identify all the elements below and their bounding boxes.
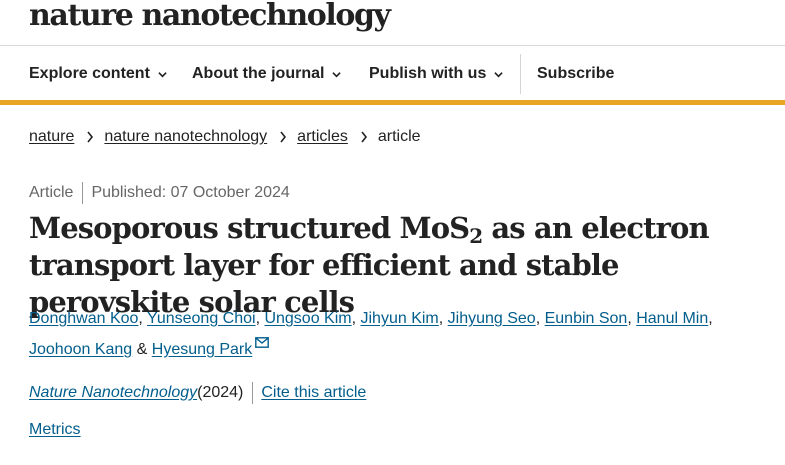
citation-line: Nature Nanotechnology (2024) Cite this a… (29, 381, 366, 405)
author-link[interactable]: Hyesung Park (152, 341, 253, 358)
chevron-down-icon (158, 71, 167, 77)
nav-about-label: About the journal (192, 65, 325, 82)
title-text-start: Mesoporous structured MoS (29, 211, 470, 245)
author-link[interactable]: Eunbin Son (545, 310, 628, 327)
author-link[interactable]: Hanul Min (636, 310, 708, 327)
cite-this-article-link[interactable]: Cite this article (261, 384, 366, 402)
nav-publish-label: Publish with us (369, 65, 487, 82)
breadcrumb-current: article (377, 128, 421, 145)
author-link[interactable]: Donghwan Koo (29, 310, 138, 327)
chevron-down-icon (494, 71, 504, 77)
breadcrumb-nature[interactable]: nature (29, 128, 74, 146)
journal-link[interactable]: Nature Nanotechnology (29, 384, 197, 402)
meta-divider (82, 182, 84, 204)
nav-divider (520, 54, 521, 94)
cite-divider (252, 382, 254, 404)
nav-explore-label: Explore content (29, 65, 150, 82)
accent-bar (0, 100, 785, 105)
chevron-right-icon (361, 131, 367, 143)
author-link[interactable]: Yunseong Choi (147, 310, 256, 327)
author-link[interactable]: Jihyun Kim (361, 310, 439, 327)
breadcrumb-articles[interactable]: articles (297, 128, 348, 146)
mail-icon[interactable] (255, 337, 270, 348)
title-subscript: 2 (469, 224, 483, 248)
breadcrumb: nature nature nanotechnology articles ar… (29, 126, 421, 148)
breadcrumb-nature-nanotechnology[interactable]: nature nanotechnology (104, 128, 267, 146)
published-date: Published: 07 October 2024 (91, 184, 290, 201)
nav-about-journal[interactable]: About the journal (192, 46, 342, 102)
chevron-right-icon (280, 131, 287, 143)
author-link[interactable]: Joohoon Kang (29, 341, 132, 358)
author-link[interactable]: Ungsoo Kim (264, 310, 351, 327)
metrics-link[interactable]: Metrics (29, 421, 81, 438)
author-list: Donghwan Koo, Yunseong Choi, Ungsoo Kim,… (29, 310, 713, 358)
journal-logo[interactable]: nature nanotechnology (29, 0, 391, 34)
nav-subscribe[interactable]: Subscribe (537, 46, 614, 102)
article-type: Article (29, 184, 74, 201)
chevron-right-icon (87, 131, 94, 143)
nav-explore-content[interactable]: Explore content (29, 46, 167, 102)
main-nav: Explore content About the journal Publis… (0, 46, 785, 102)
publication-year: (2024) (197, 384, 244, 401)
site-header: nature nanotechnology (0, 0, 785, 46)
metrics-section: Metrics (29, 421, 81, 439)
article-meta: Article Published: 07 October 2024 (29, 182, 290, 204)
nav-publish-with-us[interactable]: Publish with us (369, 46, 504, 102)
chevron-down-icon (332, 71, 342, 77)
author-link[interactable]: Jihyung Seo (448, 310, 536, 327)
author-and: & (132, 341, 152, 358)
